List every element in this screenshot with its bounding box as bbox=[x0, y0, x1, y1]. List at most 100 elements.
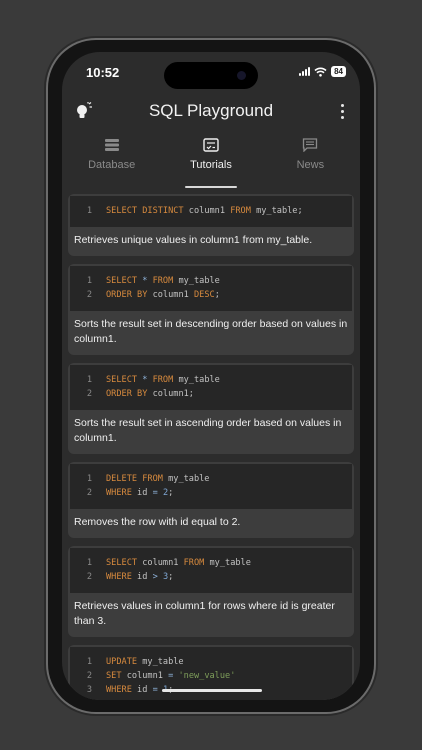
code-block: 1 SELECT * FROM my_table 2 ORDER BY column1… bbox=[70, 365, 352, 410]
code-line: 1 SELECT column1 FROM my_table bbox=[80, 556, 342, 570]
tutorial-card[interactable]: 1 SELECT DISTINCT column1 FROM my_table; R… bbox=[68, 194, 354, 256]
code-token: my_table bbox=[178, 276, 220, 286]
code-token: * bbox=[142, 375, 153, 385]
line-number: 1 bbox=[86, 206, 92, 216]
code-token: FROM bbox=[230, 206, 257, 216]
code-line: 2 SET column1 = 'new_value' bbox=[80, 669, 342, 683]
cellular-signal-icon bbox=[299, 67, 311, 76]
line-number: 2 bbox=[86, 488, 92, 498]
code-line: 2 ORDER BY column1 DESC; bbox=[80, 288, 342, 302]
tab-database-label: Database bbox=[88, 159, 136, 171]
tutorial-card[interactable]: 1 SELECT column1 FROM my_table 2 WHERE id >… bbox=[68, 546, 354, 637]
code-token: id bbox=[137, 685, 153, 695]
code-token: ORDER BY bbox=[106, 290, 153, 300]
line-number: 2 bbox=[86, 389, 92, 399]
code-token: ; bbox=[168, 572, 174, 582]
tab-tutorials[interactable]: Tutorials bbox=[161, 132, 260, 188]
code-token: my_table bbox=[142, 657, 184, 667]
status-time: 10:52 bbox=[86, 65, 120, 80]
code-block: 1 SELECT * FROM my_table 2 ORDER BY column1… bbox=[70, 266, 352, 311]
code-block: 1 SELECT column1 FROM my_table 2 WHERE id >… bbox=[70, 548, 352, 593]
code-token: column1 bbox=[152, 290, 194, 300]
tutorial-card[interactable]: 1 SELECT * FROM my_table 2 ORDER BY column1… bbox=[68, 363, 354, 454]
code-token: DELETE FROM bbox=[106, 474, 169, 484]
line-number: 2 bbox=[86, 290, 92, 300]
phone-screen: 10:52 84 SQL Playground Database Tutoria… bbox=[62, 52, 360, 700]
code-token: WHERE bbox=[106, 572, 138, 582]
dynamic-island bbox=[164, 62, 258, 89]
code-token: = bbox=[152, 488, 163, 498]
code-token: my_table bbox=[209, 558, 251, 568]
code-token: UPDATE bbox=[106, 657, 143, 667]
tab-news-label: News bbox=[296, 159, 325, 171]
line-number: 1 bbox=[86, 375, 92, 385]
tutorial-description: Sorts the result set in descending order… bbox=[74, 318, 348, 345]
code-token: ; bbox=[214, 290, 220, 300]
home-indicator[interactable] bbox=[162, 689, 262, 692]
code-line: 2 ORDER BY column1; bbox=[80, 387, 342, 401]
code-token: id bbox=[137, 572, 153, 582]
tutorial-description: Sorts the result set in ascending order … bbox=[74, 417, 342, 444]
line-number: 1 bbox=[86, 657, 92, 667]
code-token: column1 bbox=[142, 558, 184, 568]
tutorial-description: Retrieves unique values in column1 from … bbox=[74, 234, 313, 246]
code-block: 1 UPDATE my_table 2 SET column1 = 'new_valu… bbox=[70, 647, 352, 700]
code-line: 1 SELECT * FROM my_table bbox=[80, 373, 342, 387]
tutorial-card[interactable]: 1 DELETE FROM my_table 2 WHERE id = 2; Remov… bbox=[68, 462, 354, 538]
tutorial-list: 1 SELECT DISTINCT column1 FROM my_table; R… bbox=[68, 194, 354, 700]
code-token: > bbox=[152, 572, 163, 582]
status-bar: 10:52 84 bbox=[62, 52, 360, 92]
tab-bar: Database Tutorials News bbox=[62, 132, 360, 188]
code-token: column1 bbox=[188, 206, 231, 216]
code-token: = bbox=[168, 671, 179, 681]
tutorial-description: Retrieves values in column1 for rows whe… bbox=[74, 600, 335, 627]
code-token: * bbox=[142, 276, 153, 286]
code-token: column1 bbox=[126, 671, 169, 681]
code-line: 2 WHERE id > 3; bbox=[80, 570, 342, 584]
code-token: WHERE bbox=[106, 488, 138, 498]
more-options-icon[interactable] bbox=[341, 104, 345, 122]
code-token: 'new_value' bbox=[178, 671, 236, 681]
tab-news[interactable]: News bbox=[261, 132, 360, 188]
code-token: id bbox=[137, 488, 153, 498]
code-block: 1 SELECT DISTINCT column1 FROM my_table; bbox=[70, 196, 352, 227]
code-token: ORDER BY bbox=[106, 389, 153, 399]
line-number: 1 bbox=[86, 474, 92, 484]
line-number: 1 bbox=[86, 276, 92, 286]
tutorial-description: Removes the row with id equal to 2. bbox=[74, 516, 241, 528]
status-indicators: 84 bbox=[299, 66, 346, 77]
line-number: 3 bbox=[86, 685, 92, 695]
battery-indicator: 84 bbox=[331, 66, 346, 77]
code-line: 1 DELETE FROM my_table bbox=[80, 472, 342, 486]
code-token: FROM bbox=[183, 558, 210, 568]
news-icon bbox=[303, 138, 318, 152]
code-token: SELECT bbox=[106, 276, 143, 286]
code-block: 1 DELETE FROM my_table 2 WHERE id = 2; bbox=[70, 464, 352, 509]
code-token: DESC bbox=[193, 290, 215, 300]
code-line: 1 SELECT * FROM my_table bbox=[80, 274, 342, 288]
code-token: WHERE bbox=[106, 685, 138, 695]
code-token: my_table; bbox=[256, 206, 303, 216]
tutorial-card[interactable]: 1 SELECT * FROM my_table 2 ORDER BY column1… bbox=[68, 264, 354, 355]
tutorial-checklist-icon bbox=[203, 138, 219, 152]
line-number: 1 bbox=[86, 558, 92, 568]
camera-icon bbox=[237, 71, 246, 80]
code-token: SELECT bbox=[106, 558, 143, 568]
code-token: column1; bbox=[152, 389, 194, 399]
active-tab-indicator bbox=[185, 186, 237, 188]
code-token: my_table bbox=[168, 474, 210, 484]
code-token: SELECT DISTINCT bbox=[106, 206, 189, 216]
app-bar: SQL Playground bbox=[62, 92, 360, 132]
code-line: 1 SELECT DISTINCT column1 FROM my_table; bbox=[80, 204, 342, 218]
line-number: 2 bbox=[86, 572, 92, 582]
tab-tutorials-label: Tutorials bbox=[190, 159, 232, 171]
code-token: SELECT bbox=[106, 375, 143, 385]
code-line: 1 UPDATE my_table bbox=[80, 655, 342, 669]
code-line: 2 WHERE id = 2; bbox=[80, 486, 342, 500]
code-token: my_table bbox=[178, 375, 220, 385]
database-icon bbox=[104, 139, 119, 151]
code-token: FROM bbox=[152, 375, 179, 385]
tab-database[interactable]: Database bbox=[62, 132, 161, 188]
code-token: FROM bbox=[152, 276, 179, 286]
code-token: SET bbox=[106, 671, 127, 681]
